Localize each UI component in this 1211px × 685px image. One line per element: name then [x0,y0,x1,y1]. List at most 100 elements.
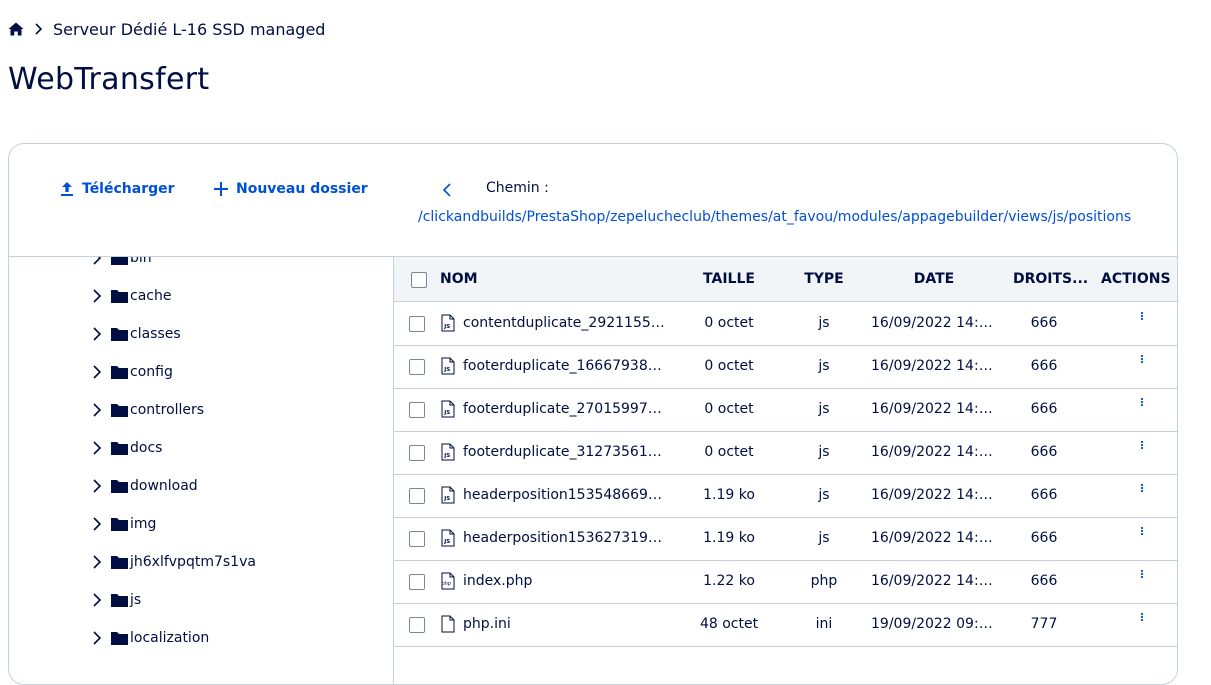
folder-icon [111,632,128,645]
chevron-right-icon[interactable] [89,402,105,418]
tree-item-label: docs [130,440,163,456]
chevron-right-icon[interactable] [89,364,105,380]
more-actions-icon[interactable] [1136,396,1148,412]
chevron-right-icon[interactable] [89,516,105,532]
file-name[interactable]: footerduplicate_3127356142.js [463,444,668,460]
svg-text:JS: JS [443,453,450,459]
folder-icon [111,257,128,265]
file-type: js [818,401,830,417]
chevron-right-icon[interactable] [89,478,105,494]
chevron-right-icon[interactable] [89,630,105,646]
chevron-right-icon[interactable] [89,592,105,608]
svg-text:JS: JS [443,367,450,373]
more-actions-icon[interactable] [1136,439,1148,455]
tree-item[interactable]: docs [89,436,162,460]
tree-item[interactable]: download [89,474,198,498]
tree-item[interactable]: classes [89,322,181,346]
tree-item[interactable]: jh6xlfvpqtm7s1va [89,550,256,574]
table-row[interactable]: php index.php 1.22 ko php 16/09/2022 14:… [394,560,1177,604]
file-name[interactable]: footerduplicate_1666793803.js [463,358,668,374]
chevron-right-icon[interactable] [89,440,105,456]
file-manager-panel: Télécharger Nouveau dossier Chemin : /cl… [8,143,1178,685]
more-actions-icon[interactable] [1136,568,1148,584]
row-checkbox[interactable] [409,445,425,461]
row-checkbox[interactable] [409,316,425,332]
tree-item[interactable]: localization [89,626,209,650]
tree-item[interactable]: bin [89,257,152,270]
upload-label: Télécharger [82,181,175,197]
file-name[interactable]: index.php [463,573,668,589]
tree-item[interactable]: cache [89,284,171,308]
svg-text:php: php [441,581,451,587]
folder-icon [111,290,128,303]
folder-icon [111,594,128,607]
select-all-checkbox[interactable] [411,272,427,288]
table-row[interactable]: JS headerposition1536273190.js 1.19 ko j… [394,517,1177,561]
svg-text:JS: JS [443,324,450,330]
tree-item-label: classes [130,326,181,342]
row-checkbox[interactable] [409,488,425,504]
table-row[interactable]: JS contentduplicate_292115509... 0 octet… [394,302,1177,346]
tree-item-label: js [130,592,142,608]
tree-item-label: img [130,516,157,532]
header-date[interactable]: DATE [874,271,994,287]
php-file-icon: php [441,572,455,590]
file-type: js [818,315,830,331]
more-actions-icon[interactable] [1136,525,1148,541]
upload-button[interactable]: Télécharger [58,180,175,198]
file-name[interactable]: headerposition1536273190.js [463,530,668,546]
new-folder-button[interactable]: Nouveau dossier [212,180,368,198]
folder-tree: bin cache classes config controllers doc… [9,257,394,684]
tree-item[interactable]: img [89,512,156,536]
table-row[interactable]: JS footerduplicate_2701599785.js 0 octet… [394,388,1177,432]
table-row[interactable]: php.ini 48 octet ini 19/09/2022 09:50...… [394,603,1177,647]
file-type: php [810,573,838,589]
header-size[interactable]: TAILLE [674,271,784,287]
tree-item[interactable]: config [89,360,173,384]
file-size: 0 octet [704,358,754,374]
row-checkbox[interactable] [409,531,425,547]
header-type[interactable]: TYPE [794,271,854,287]
row-checkbox[interactable] [409,574,425,590]
file-type: js [818,487,830,503]
file-rights: 666 [1030,530,1058,546]
header-name[interactable]: NOM [440,271,478,287]
js-file-icon: JS [441,314,455,332]
file-date: 16/09/2022 14:59... [871,401,997,417]
row-checkbox[interactable] [409,617,425,633]
js-file-icon: JS [441,443,455,461]
file-name[interactable]: php.ini [463,616,668,632]
chevron-right-icon[interactable] [89,288,105,304]
file-date: 16/09/2022 14:59... [871,487,997,503]
file-type: js [818,530,830,546]
table-row[interactable]: JS footerduplicate_1666793803.js 0 octet… [394,345,1177,389]
generic-file-icon [441,615,455,633]
more-actions-icon[interactable] [1136,310,1148,326]
file-name[interactable]: headerposition1535486694.js [463,487,668,503]
file-type: js [818,358,830,374]
file-name[interactable]: footerduplicate_2701599785.js [463,401,668,417]
more-actions-icon[interactable] [1136,611,1148,627]
chevron-right-icon[interactable] [89,554,105,570]
file-type: js [818,444,830,460]
home-icon[interactable] [8,21,24,37]
file-date: 16/09/2022 14:59... [871,530,997,546]
tree-item-label: bin [130,257,152,266]
header-rights[interactable]: DROITS... [1013,271,1088,287]
chevron-right-icon[interactable] [89,326,105,342]
breadcrumb-server-link[interactable]: Serveur Dédié L-16 SSD managed [53,20,325,39]
file-name[interactable]: contentduplicate_292115509... [463,315,668,331]
chevron-left-icon[interactable] [439,182,455,198]
row-checkbox[interactable] [409,359,425,375]
table-row[interactable]: JS headerposition1535486694.js 1.19 ko j… [394,474,1177,518]
file-rights: 666 [1030,315,1058,331]
row-checkbox[interactable] [409,402,425,418]
more-actions-icon[interactable] [1136,353,1148,369]
tree-item[interactable]: js [89,588,141,612]
tree-item[interactable]: controllers [89,398,204,422]
more-actions-icon[interactable] [1136,482,1148,498]
chevron-right-icon[interactable] [89,257,105,266]
table-row[interactable]: JS footerduplicate_3127356142.js 0 octet… [394,431,1177,475]
folder-icon [111,442,128,455]
file-date: 16/09/2022 14:59... [871,444,997,460]
